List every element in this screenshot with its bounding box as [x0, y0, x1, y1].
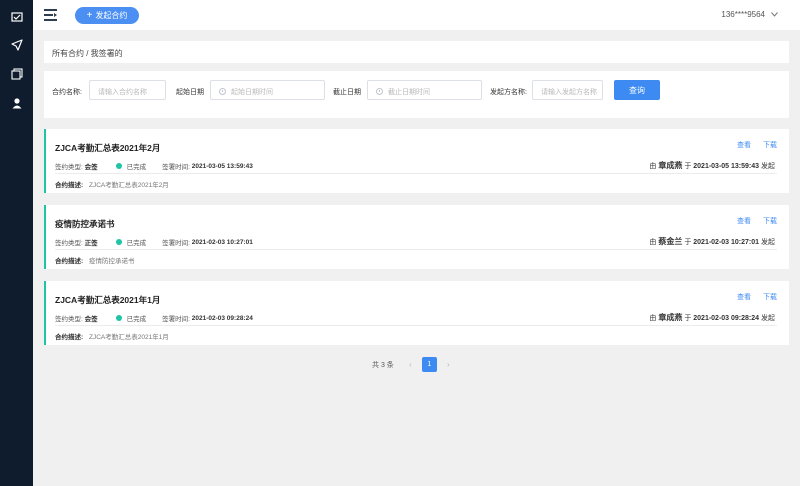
initiated-time: 2021-02-03 10:27:01: [693, 239, 760, 246]
end-date-placeholder: 截止日期时间: [388, 89, 430, 96]
view-link[interactable]: 查看: [737, 292, 751, 302]
status-text: 已完成: [126, 316, 147, 323]
initiator-info: 由 章成燕 于 2021-03-05 13:59:43 发起: [649, 160, 775, 171]
contract-meta: 签约类型: 正签 已完成 签署时间: 2021-02-03 10:27:01: [55, 237, 253, 248]
top-bar: + 发起合约 136****9564: [33, 0, 800, 30]
start-date-input[interactable]: 起始日期时间: [210, 80, 325, 100]
start-date-placeholder: 起始日期时间: [231, 89, 273, 96]
menu-toggle-icon[interactable]: [44, 8, 58, 22]
view-link[interactable]: 查看: [737, 216, 751, 226]
contract-name-label: 合约名称:: [52, 89, 82, 96]
sender-name-label: 发起方名称:: [490, 89, 527, 96]
sign-type: 正签: [84, 240, 98, 247]
initiator-info: 由 章成燕 于 2021-02-03 09:28:24 发起: [649, 312, 775, 323]
by-prefix: 由: [649, 239, 657, 246]
clock-icon: [219, 88, 226, 95]
sign-type-label: 签约类型:: [55, 240, 83, 247]
download-link[interactable]: 下载: [763, 140, 777, 150]
plus-icon: +: [86, 9, 93, 21]
divider: [55, 325, 777, 326]
breadcrumb: 所有合约 / 我签署的: [44, 41, 789, 63]
contract-title[interactable]: 疫情防控承诺书: [55, 218, 115, 230]
query-button[interactable]: 查询: [614, 80, 660, 100]
sign-type: 会签: [84, 164, 98, 171]
contract-name-input[interactable]: 请输入合约名称: [89, 80, 166, 100]
create-contract-button[interactable]: + 发起合约: [75, 7, 139, 24]
start-date-label: 起始日期: [176, 89, 204, 96]
card-actions: 查看 下载: [737, 216, 777, 226]
at-word: 于: [684, 239, 692, 246]
contract-meta: 签约类型: 会签 已完成 签署时间: 2021-02-03 09:28:24: [55, 313, 253, 324]
status-dot-icon: [115, 239, 122, 245]
description-label: 合约描述:: [55, 258, 84, 265]
contract-title[interactable]: ZJCA考勤汇总表2021年1月: [55, 294, 160, 306]
contract-card[interactable]: 疫情防控承诺书 查看 下载 签约类型: 正签 已完成 签署时间: 2021-02…: [44, 205, 789, 269]
user-icon[interactable]: [10, 96, 23, 109]
filter-panel: 合约名称: 请输入合约名称 起始日期 起始日期时间 截止日期 截止日期时间 发起…: [44, 71, 789, 118]
initiated-time: 2021-02-03 09:28:24: [693, 315, 760, 322]
sign-time-label: 签署时间:: [162, 316, 190, 323]
status-text: 已完成: [126, 164, 147, 171]
status-text: 已完成: [126, 240, 147, 247]
initiator-name: 章成燕: [658, 161, 683, 170]
sign-type-label: 签约类型:: [55, 316, 83, 323]
end-date-label: 截止日期: [333, 89, 361, 96]
description-text: 疫情防控承诺书: [88, 258, 135, 265]
sign-type-label: 签约类型:: [55, 164, 83, 171]
page-1-button[interactable]: 1: [421, 357, 437, 372]
contract-meta: 签约类型: 会签 已完成 签署时间: 2021-03-05 13:59:43: [55, 161, 253, 172]
user-phone: 136****9564: [721, 10, 765, 19]
divider: [55, 173, 777, 174]
at-word: 于: [684, 315, 692, 322]
user-menu[interactable]: 136****9564: [721, 10, 778, 19]
sign-time-label: 签署时间:: [162, 164, 190, 171]
sign-time-label: 签署时间:: [162, 240, 190, 247]
chevron-down-icon: [771, 12, 778, 17]
description-text: ZJCA考勤汇总表2021年1月: [88, 334, 169, 341]
files-icon[interactable]: [10, 67, 23, 80]
description-label: 合约描述:: [55, 334, 84, 341]
initiated-suffix: 发起: [761, 163, 775, 170]
card-actions: 查看 下载: [737, 140, 777, 150]
sign-time: 2021-02-03 09:28:24: [191, 314, 253, 322]
card-actions: 查看 下载: [737, 292, 777, 302]
sidebar: [0, 0, 33, 486]
download-link[interactable]: 下载: [763, 216, 777, 226]
description-label: 合约描述:: [55, 182, 84, 189]
description-row: 合约描述: 疫情防控承诺书: [55, 255, 134, 265]
sign-type: 会签: [84, 316, 98, 323]
sender-name-input[interactable]: 请输入发起方名称: [532, 80, 603, 100]
pagination: 共 3 条 ‹ 1 ›: [372, 357, 456, 372]
status-dot-icon: [115, 315, 122, 321]
next-page-button[interactable]: ›: [441, 357, 456, 372]
prev-page-button[interactable]: ‹: [403, 357, 418, 372]
initiator-info: 由 蔡金兰 于 2021-02-03 10:27:01 发起: [649, 236, 775, 247]
total-count: 共 3 条: [372, 361, 394, 369]
view-link[interactable]: 查看: [737, 140, 751, 150]
initiated-suffix: 发起: [761, 239, 775, 246]
contract-card[interactable]: ZJCA考勤汇总表2021年2月 查看 下载 签约类型: 会签 已完成 签署时间…: [44, 129, 789, 193]
clock-icon: [376, 88, 383, 95]
send-icon[interactable]: [10, 38, 23, 51]
contract-title[interactable]: ZJCA考勤汇总表2021年2月: [55, 142, 160, 154]
by-prefix: 由: [649, 163, 657, 170]
status-dot-icon: [115, 163, 122, 169]
description-text: ZJCA考勤汇总表2021年2月: [88, 182, 169, 189]
initiator-name: 蔡金兰: [658, 237, 683, 246]
divider: [55, 249, 777, 250]
by-prefix: 由: [649, 315, 657, 322]
sign-time: 2021-03-05 13:59:43: [191, 162, 253, 170]
initiated-suffix: 发起: [761, 315, 775, 322]
initiated-time: 2021-03-05 13:59:43: [693, 163, 760, 170]
description-row: 合约描述: ZJCA考勤汇总表2021年2月: [55, 179, 169, 189]
contract-card[interactable]: ZJCA考勤汇总表2021年1月 查看 下载 签约类型: 会签 已完成 签署时间…: [44, 281, 789, 345]
contract-icon[interactable]: [10, 10, 23, 23]
download-link[interactable]: 下载: [763, 292, 777, 302]
at-word: 于: [684, 163, 692, 170]
create-contract-label: 发起合约: [95, 11, 128, 20]
sign-time: 2021-02-03 10:27:01: [191, 238, 253, 246]
initiator-name: 章成燕: [658, 313, 683, 322]
end-date-input[interactable]: 截止日期时间: [367, 80, 482, 100]
description-row: 合约描述: ZJCA考勤汇总表2021年1月: [55, 331, 169, 341]
